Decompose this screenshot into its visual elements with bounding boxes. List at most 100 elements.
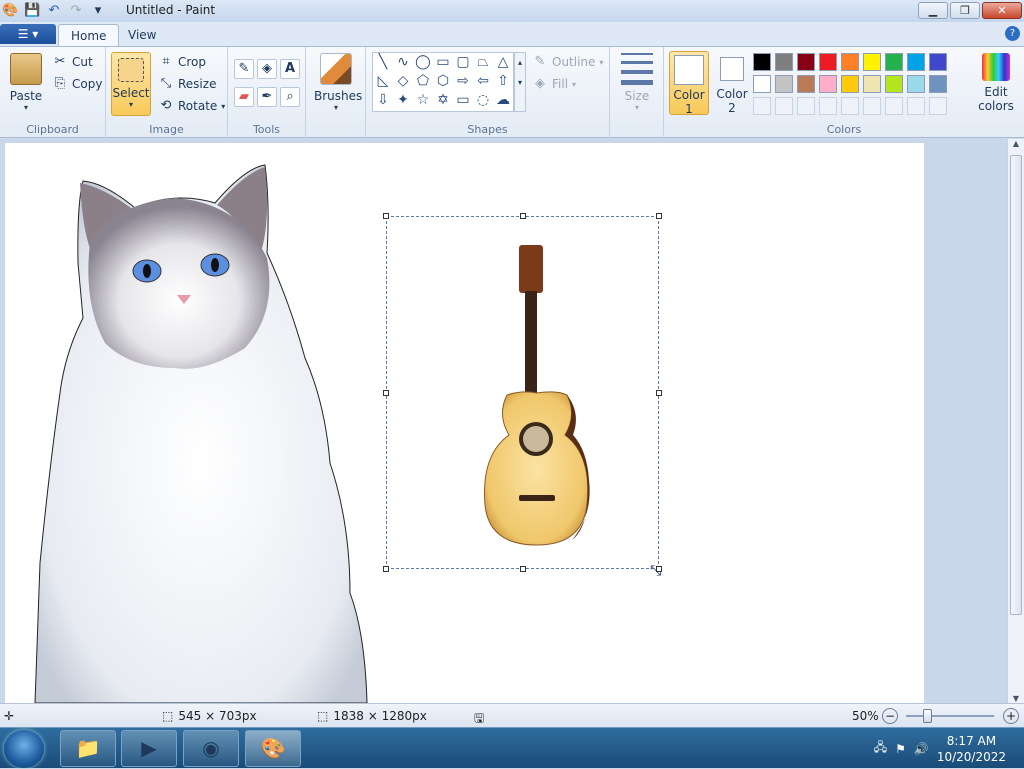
shape-option[interactable]: ▢: [453, 53, 473, 72]
color1-button[interactable]: Color 1: [669, 51, 709, 116]
resize-button[interactable]: ⤡ Resize: [158, 75, 217, 93]
shape-option[interactable]: ◯: [413, 53, 433, 72]
close-button[interactable]: ✕: [982, 2, 1022, 19]
resize-handle[interactable]: [383, 213, 389, 219]
color-swatch[interactable]: [841, 97, 859, 115]
color-swatch[interactable]: [775, 53, 793, 71]
save-icon[interactable]: 💾: [24, 3, 40, 19]
paste-button[interactable]: Paste ▾: [6, 53, 46, 112]
color-picker-icon[interactable]: ✒: [257, 87, 277, 107]
color-swatch[interactable]: [753, 97, 771, 115]
resize-handle[interactable]: [383, 566, 389, 572]
color-swatch[interactable]: [753, 53, 771, 71]
zoom-slider-thumb[interactable]: [923, 709, 932, 723]
shape-option[interactable]: ▭: [453, 91, 473, 110]
edit-colors-button[interactable]: Edit colors: [976, 53, 1016, 113]
paint-menu-button[interactable]: ☰ ▾: [0, 24, 56, 44]
color-swatch[interactable]: [819, 53, 837, 71]
volume-icon[interactable]: 🔊: [914, 742, 929, 756]
shape-option[interactable]: △: [493, 53, 513, 72]
color-swatch[interactable]: [907, 75, 925, 93]
shapes-scroll[interactable]: ▴ ▾: [514, 52, 526, 112]
crop-button[interactable]: ⌗ Crop: [158, 53, 206, 71]
resize-handle[interactable]: [520, 566, 526, 572]
color-swatch[interactable]: [841, 53, 859, 71]
eraser-icon[interactable]: ▰: [234, 87, 254, 107]
copy-button[interactable]: ⎘ Copy: [52, 75, 103, 93]
shape-option[interactable]: ⇩: [373, 91, 393, 110]
network-icon[interactable]: 🖧: [874, 738, 887, 759]
color-swatch[interactable]: [929, 75, 947, 93]
resize-handle[interactable]: [656, 213, 662, 219]
shape-option[interactable]: ⏢: [473, 53, 493, 72]
file-explorer-taskbar-button[interactable]: 📁: [60, 730, 116, 767]
vertical-scrollbar[interactable]: ▲ ▼: [1007, 139, 1024, 703]
color-swatch[interactable]: [797, 97, 815, 115]
cut-button[interactable]: ✂ Cut: [52, 53, 93, 71]
resize-handle[interactable]: [656, 390, 662, 396]
action-center-icon[interactable]: ⚑: [895, 742, 906, 756]
color-swatch[interactable]: [907, 97, 925, 115]
clock[interactable]: 8:17 AM 10/20/2022: [937, 733, 1006, 765]
magnifier-icon[interactable]: ⌕: [280, 87, 300, 107]
shape-option[interactable]: ✦: [393, 91, 413, 110]
customize-qat-icon[interactable]: ▾: [90, 3, 106, 19]
pencil-icon[interactable]: ✎: [234, 59, 254, 79]
shape-option[interactable]: ☆: [413, 91, 433, 110]
fill-bucket-icon[interactable]: ◈: [257, 59, 277, 79]
color-swatch[interactable]: [885, 97, 903, 115]
color-swatch[interactable]: [929, 97, 947, 115]
text-tool-icon[interactable]: A: [280, 59, 300, 79]
shape-option[interactable]: ⇨: [453, 72, 473, 91]
maximize-button[interactable]: ❐: [950, 2, 980, 19]
color-swatch[interactable]: [863, 75, 881, 93]
color-swatch[interactable]: [775, 75, 793, 93]
color-swatch[interactable]: [775, 97, 793, 115]
brushes-button[interactable]: Brushes ▾: [314, 53, 362, 112]
zoom-in-button[interactable]: +: [1003, 708, 1019, 724]
scroll-down-icon[interactable]: ▼: [1008, 694, 1024, 703]
color-swatch[interactable]: [885, 53, 903, 71]
chrome-taskbar-button[interactable]: ◉: [183, 730, 239, 767]
tab-home[interactable]: Home: [58, 24, 120, 46]
color-swatch[interactable]: [819, 75, 837, 93]
shape-option[interactable]: ⬡: [433, 72, 453, 91]
color-swatch[interactable]: [797, 75, 815, 93]
outline-button[interactable]: ✎ Outline ▾: [532, 53, 604, 71]
color-swatch[interactable]: [797, 53, 815, 71]
shape-option[interactable]: ◺: [373, 72, 393, 91]
start-button[interactable]: [4, 730, 44, 768]
redo-icon[interactable]: ↷: [68, 3, 84, 19]
help-icon[interactable]: ?: [1005, 26, 1020, 41]
shape-option[interactable]: ⇧: [493, 72, 513, 91]
shape-option[interactable]: ✡: [433, 91, 453, 110]
shape-option[interactable]: ◌: [473, 91, 493, 110]
selection-rectangle[interactable]: [383, 213, 662, 572]
select-button[interactable]: Select ▾: [111, 52, 151, 116]
shape-option[interactable]: ▭: [433, 53, 453, 72]
color-swatch[interactable]: [863, 53, 881, 71]
drawing-canvas[interactable]: ⤡: [5, 143, 924, 703]
shape-option[interactable]: ∿: [393, 53, 413, 72]
paint-taskbar-button[interactable]: 🎨: [245, 730, 301, 767]
minimize-button[interactable]: ▁: [918, 2, 948, 19]
rotate-button[interactable]: ⟲ Rotate ▾: [158, 97, 226, 115]
resize-handle[interactable]: [520, 213, 526, 219]
shape-option[interactable]: ☁: [493, 91, 513, 110]
undo-icon[interactable]: ↶: [46, 3, 62, 19]
scroll-up-icon[interactable]: ▲: [1008, 139, 1024, 148]
color-swatch[interactable]: [753, 75, 771, 93]
shape-option[interactable]: ◇: [393, 72, 413, 91]
shape-option[interactable]: ⇦: [473, 72, 493, 91]
tab-view[interactable]: View: [116, 24, 168, 46]
shape-option[interactable]: ⬠: [413, 72, 433, 91]
fill-button[interactable]: ◈ Fill ▾: [532, 75, 576, 93]
shapes-gallery[interactable]: ╲ ∿ ◯ ▭ ▢ ⏢ △ ◺ ◇ ⬠ ⬡ ⇨ ⇦ ⇧ ⇩ ✦ ☆ ✡ ▭ ◌ ☁: [372, 52, 514, 112]
color-swatch[interactable]: [863, 97, 881, 115]
color-swatch[interactable]: [841, 75, 859, 93]
shape-option[interactable]: ╲: [373, 53, 393, 72]
color2-button[interactable]: Color 2: [714, 51, 750, 115]
zoom-out-button[interactable]: −: [882, 708, 898, 724]
color-swatch[interactable]: [929, 53, 947, 71]
scrollbar-thumb[interactable]: [1010, 155, 1022, 615]
